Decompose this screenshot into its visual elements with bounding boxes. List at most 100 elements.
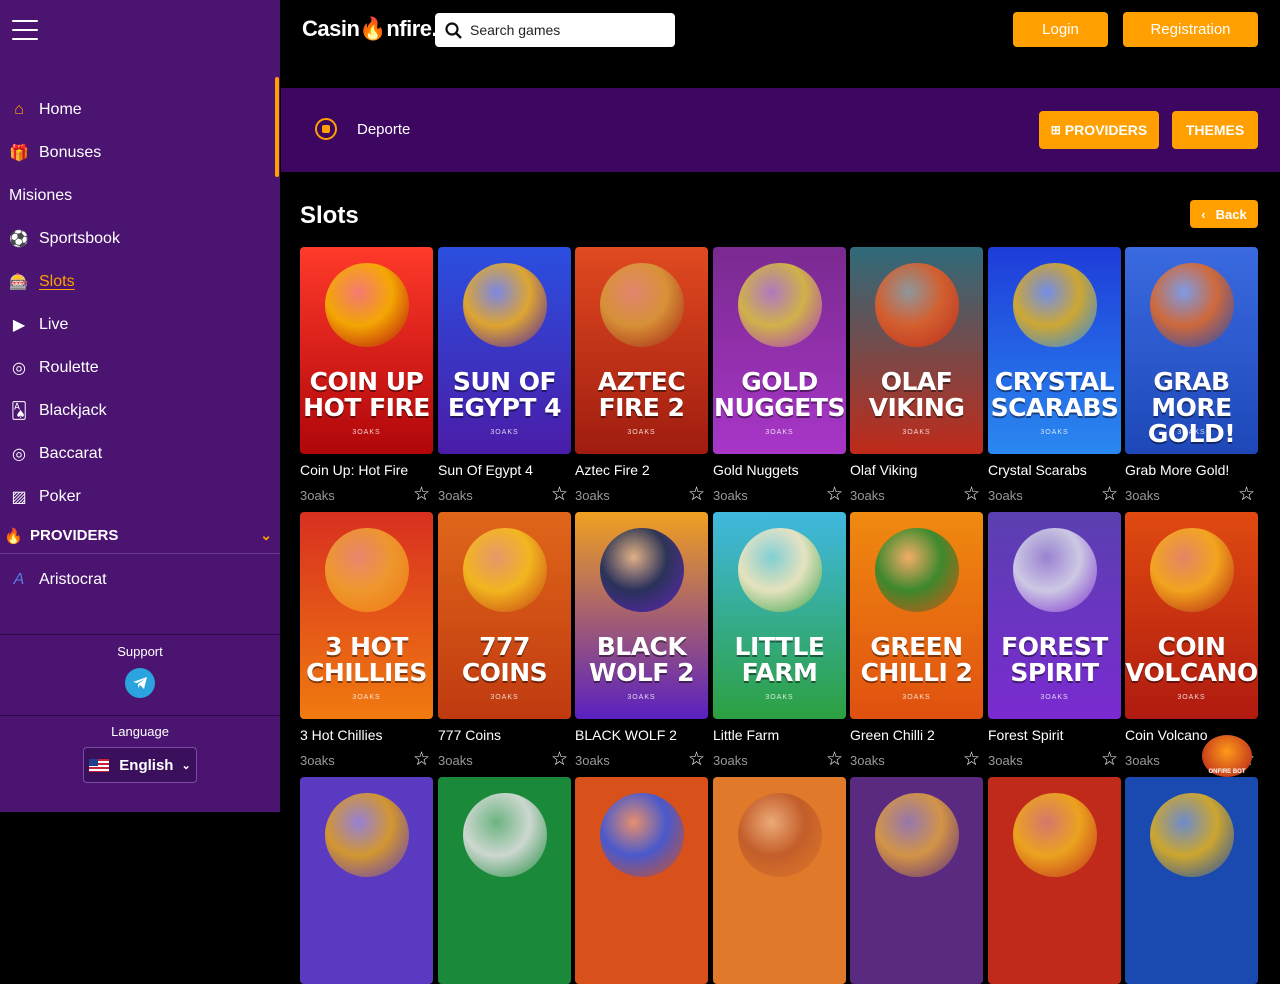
sidebar-item-sportsbook[interactable]: ⚽ Sportsbook bbox=[0, 217, 280, 260]
game-name[interactable]: Coin Up: Hot Fire bbox=[300, 462, 433, 478]
sidebar-item-live[interactable]: ▶ Live bbox=[0, 303, 280, 346]
game-thumbnail[interactable] bbox=[300, 777, 433, 984]
game-card[interactable] bbox=[438, 777, 571, 984]
back-button[interactable]: ‹ Back bbox=[1190, 200, 1258, 228]
game-thumbnail[interactable]: GRAB MORE GOLD! 3OAKS bbox=[1125, 247, 1258, 454]
game-thumbnail[interactable]: LITTLE FARM 3OAKS bbox=[713, 512, 846, 719]
game-name[interactable]: Grab More Gold! bbox=[1125, 462, 1258, 478]
sidebar-item-misiones[interactable]: Misiones bbox=[0, 174, 280, 217]
game-card[interactable] bbox=[1125, 777, 1258, 984]
sidebar-item-bonuses[interactable]: 🎁 Bonuses bbox=[0, 131, 280, 174]
game-card[interactable]: GOLD NUGGETS 3OAKS Gold Nuggets 3oaks ☆ bbox=[713, 247, 846, 504]
sidebar-item-roulette[interactable]: ◎ Roulette bbox=[0, 346, 280, 389]
sidebar-item-poker[interactable]: ▨ Poker bbox=[0, 475, 280, 518]
telegram-button[interactable] bbox=[125, 668, 155, 698]
game-card[interactable] bbox=[850, 777, 983, 984]
sidebar-item-baccarat[interactable]: ◎ Baccarat bbox=[0, 432, 280, 475]
game-card[interactable]: BLACK WOLF 2 3OAKS BLACK WOLF 2 3oaks ☆ bbox=[575, 512, 708, 769]
game-card[interactable]: COIN UP HOT FIRE 3OAKS Coin Up: Hot Fire 3o… bbox=[300, 247, 433, 504]
providers-section-toggle[interactable]: 🔥 PROVIDERS ⌄ bbox=[0, 518, 280, 554]
favorite-star-icon[interactable]: ☆ bbox=[963, 485, 980, 504]
game-card[interactable]: GRAB MORE GOLD! 3OAKS Grab More Gold! 3oaks… bbox=[1125, 247, 1258, 504]
favorite-star-icon[interactable]: ☆ bbox=[963, 750, 980, 769]
game-thumbnail[interactable]: SUN OF EGYPT 4 3OAKS bbox=[438, 247, 571, 454]
casinonfire-logo[interactable]: Casin🔥nfire. bbox=[302, 16, 438, 42]
game-card[interactable]: LITTLE FARM 3OAKS Little Farm 3oaks ☆ bbox=[713, 512, 846, 769]
favorite-star-icon[interactable]: ☆ bbox=[413, 750, 430, 769]
game-card[interactable] bbox=[575, 777, 708, 984]
favorite-star-icon[interactable]: ☆ bbox=[688, 485, 705, 504]
game-thumbnail[interactable]: FOREST SPIRIT 3OAKS bbox=[988, 512, 1121, 719]
game-name[interactable]: 3 Hot Chillies bbox=[300, 727, 433, 743]
game-name[interactable]: Forest Spirit bbox=[988, 727, 1121, 743]
game-card[interactable]: CRYSTAL SCARABS 3OAKS Crystal Scarabs 3oaks… bbox=[988, 247, 1121, 504]
game-card[interactable] bbox=[713, 777, 846, 984]
language-select[interactable]: English ⌄ bbox=[83, 747, 197, 783]
registration-button[interactable]: Registration bbox=[1123, 12, 1258, 47]
game-name[interactable]: Sun Of Egypt 4 bbox=[438, 462, 571, 478]
onfire-bot-button[interactable]: ONFIRE BOT bbox=[1202, 735, 1252, 777]
game-provider: 3oaks bbox=[1125, 752, 1160, 768]
sidebar-item-blackjack[interactable]: 🂡 Blackjack bbox=[0, 389, 280, 432]
game-card[interactable]: COIN VOLCANO3OAKSCoin Volcano3oaks☆ bbox=[1125, 512, 1258, 769]
game-name[interactable]: Little Farm bbox=[713, 727, 846, 743]
game-thumb-title: AZTEC FIRE 2 bbox=[597, 367, 686, 422]
game-thumbnail[interactable]: CRYSTAL SCARABS 3OAKS bbox=[988, 247, 1121, 454]
favorite-star-icon[interactable]: ☆ bbox=[1238, 485, 1255, 504]
sidebar-item-home[interactable]: ⌂ Home bbox=[0, 88, 280, 131]
game-card[interactable]: GREEN CHILLI 2 3OAKS Green Chilli 2 3oaks ☆ bbox=[850, 512, 983, 769]
favorite-star-icon[interactable]: ☆ bbox=[826, 485, 843, 504]
search-box[interactable] bbox=[435, 13, 675, 47]
game-card[interactable]: SUN OF EGYPT 4 3OAKS Sun Of Egypt 4 3oaks ☆ bbox=[438, 247, 571, 504]
favorite-star-icon[interactable]: ☆ bbox=[1101, 485, 1118, 504]
sidebar-item-slots[interactable]: 🎰 Slots bbox=[0, 260, 280, 303]
game-thumbnail[interactable]: GREEN CHILLI 2 3OAKS bbox=[850, 512, 983, 719]
favorite-star-icon[interactable]: ☆ bbox=[688, 750, 705, 769]
providers-button[interactable]: ⊞ PROVIDERS bbox=[1039, 111, 1159, 149]
game-card[interactable]: AZTEC FIRE 2 3OAKS Aztec Fire 2 3oaks ☆ bbox=[575, 247, 708, 504]
game-thumbnail[interactable] bbox=[438, 777, 571, 984]
game-thumbnail[interactable]: 777 COINS 3OAKS bbox=[438, 512, 571, 719]
game-name[interactable]: BLACK WOLF 2 bbox=[575, 727, 708, 743]
category-bar: Deporte ⊞ PROVIDERS THEMES bbox=[281, 88, 1280, 172]
deporte-link[interactable]: Deporte bbox=[315, 118, 410, 140]
favorite-star-icon[interactable]: ☆ bbox=[551, 750, 568, 769]
game-thumbnail[interactable] bbox=[713, 777, 846, 984]
game-name[interactable]: 777 Coins bbox=[438, 727, 571, 743]
providers-button-label: PROVIDERS bbox=[1064, 122, 1148, 138]
themes-button[interactable]: THEMES bbox=[1172, 111, 1258, 149]
game-artwork-icon bbox=[1149, 262, 1234, 347]
baccarat-icon: ◎ bbox=[12, 445, 26, 463]
game-thumbnail[interactable]: COIN VOLCANO 3OAKS bbox=[1125, 512, 1258, 719]
game-name[interactable]: Olaf Viking bbox=[850, 462, 983, 478]
game-name[interactable]: Gold Nuggets bbox=[713, 462, 846, 478]
game-thumbnail[interactable] bbox=[850, 777, 983, 984]
favorite-star-icon[interactable]: ☆ bbox=[413, 485, 430, 504]
game-thumbnail[interactable]: COIN UP HOT FIRE 3OAKS bbox=[300, 247, 433, 454]
provider-item-aristocrat[interactable]: A Aristocrat bbox=[0, 558, 280, 601]
favorite-star-icon[interactable]: ☆ bbox=[551, 485, 568, 504]
game-card[interactable]: OLAF VIKING 3OAKS Olaf Viking 3oaks ☆ bbox=[850, 247, 983, 504]
game-card[interactable]: 3 HOT CHILLIES 3OAKS 3 Hot Chillies 3oaks ☆ bbox=[300, 512, 433, 769]
game-thumbnail[interactable] bbox=[575, 777, 708, 984]
game-name[interactable]: Green Chilli 2 bbox=[850, 727, 983, 743]
game-thumbnail[interactable] bbox=[1125, 777, 1258, 984]
favorite-star-icon[interactable]: ☆ bbox=[1101, 750, 1118, 769]
game-thumbnail[interactable] bbox=[988, 777, 1121, 984]
game-card[interactable] bbox=[988, 777, 1121, 984]
game-thumbnail[interactable]: 3 HOT CHILLIES 3OAKS bbox=[300, 512, 433, 719]
search-input[interactable] bbox=[470, 22, 660, 38]
game-thumbnail[interactable]: OLAF VIKING 3OAKS bbox=[850, 247, 983, 454]
game-thumbnail[interactable]: AZTEC FIRE 2 3OAKS bbox=[575, 247, 708, 454]
sidebar-divider bbox=[0, 634, 280, 635]
login-button[interactable]: Login bbox=[1013, 12, 1108, 47]
game-card[interactable] bbox=[300, 777, 433, 984]
game-thumbnail[interactable]: GOLD NUGGETS 3OAKS bbox=[713, 247, 846, 454]
game-name[interactable]: Crystal Scarabs bbox=[988, 462, 1121, 478]
hamburger-menu-icon[interactable] bbox=[12, 20, 38, 40]
game-name[interactable]: Aztec Fire 2 bbox=[575, 462, 708, 478]
favorite-star-icon[interactable]: ☆ bbox=[826, 750, 843, 769]
game-card[interactable]: FOREST SPIRIT 3OAKS Forest Spirit 3oaks ☆ bbox=[988, 512, 1121, 769]
game-card[interactable]: 777 COINS 3OAKS 777 Coins 3oaks ☆ bbox=[438, 512, 571, 769]
game-thumbnail[interactable]: BLACK WOLF 2 3OAKS bbox=[575, 512, 708, 719]
